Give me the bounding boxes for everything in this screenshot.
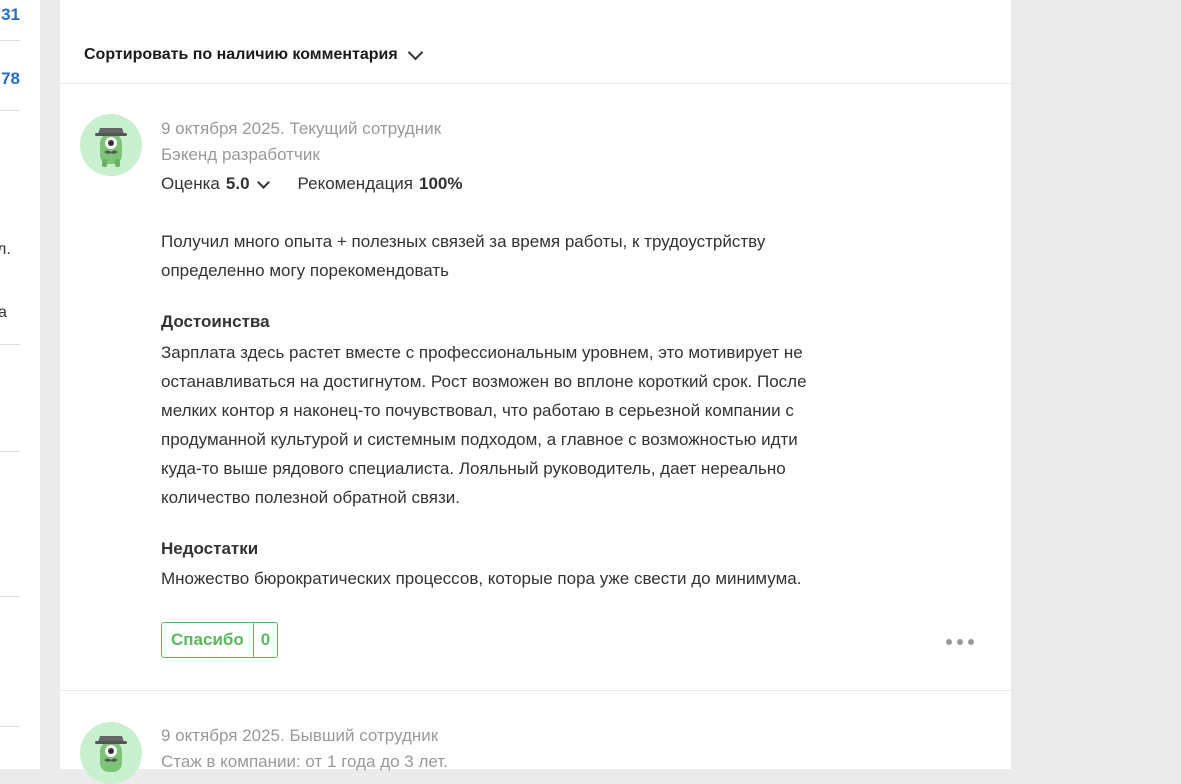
sidebar-divider <box>0 596 20 597</box>
green-mascot-avatar-icon <box>80 722 142 784</box>
rating-dropdown[interactable]: Оценка 5.0 <box>161 174 270 194</box>
recommend-value: 100% <box>419 174 463 193</box>
thanks-label: Спасибо <box>171 630 244 649</box>
rating-label: Оценка <box>161 174 220 193</box>
pros-title: Достоинства <box>161 312 270 331</box>
sort-dropdown[interactable]: Сортировать по наличию комментария <box>84 44 423 64</box>
recommendation: Рекомендация 100% <box>298 174 463 194</box>
recommend-label: Рекомендация <box>297 174 414 193</box>
review-divider <box>60 690 1011 691</box>
sidebar-divider <box>0 451 20 452</box>
sidebar-count-link[interactable]: 78 <box>1 69 20 89</box>
thanks-button[interactable]: Спасибо 0 <box>161 622 279 658</box>
chevron-down-icon <box>407 44 423 61</box>
sidebar-text-fragment: а <box>0 304 7 321</box>
sidebar-text-fragment: л. <box>0 241 11 258</box>
sidebar-divider <box>0 110 20 111</box>
sort-label: Сортировать по наличию комментария <box>84 46 398 63</box>
sidebar-divider <box>0 344 20 345</box>
thanks-count: 0 <box>252 623 277 657</box>
review-date-status: 9 октября 2025. Бывший сотрудник <box>161 726 439 745</box>
review-summary: Получил много опыта + полезных связей за… <box>161 232 766 280</box>
sort-divider <box>60 83 1011 84</box>
reviews-panel: Сортировать по наличию комментария 9 окт… <box>60 0 1011 784</box>
sidebar-count-link[interactable]: 31 <box>1 5 20 25</box>
more-dots-icon[interactable] <box>946 632 974 652</box>
review-date-status: 9 октября 2025. Текущий сотрудник <box>161 119 442 138</box>
sidebar-divider <box>0 40 20 41</box>
rating-value: 5.0 <box>225 174 250 193</box>
green-mascot-avatar-icon <box>80 114 142 176</box>
cons-text: Множество бюрократических процессов, кот… <box>161 569 802 588</box>
cons-title: Недостатки <box>161 539 259 558</box>
right-gutter <box>1011 0 1181 769</box>
review-position: Бэкенд разработчик <box>161 145 320 164</box>
pros-text: Зарплата здесь растет вместе с профессио… <box>161 343 807 507</box>
left-sidebar-column: 31 78 л. а <box>0 0 40 769</box>
review-tenure: Стаж в компании: от 1 года до 3 лет. <box>161 752 448 771</box>
review-rating-row: Оценка 5.0 Рекомендация 100% <box>161 174 463 194</box>
chevron-down-icon <box>256 175 270 189</box>
sidebar-divider <box>0 726 20 727</box>
